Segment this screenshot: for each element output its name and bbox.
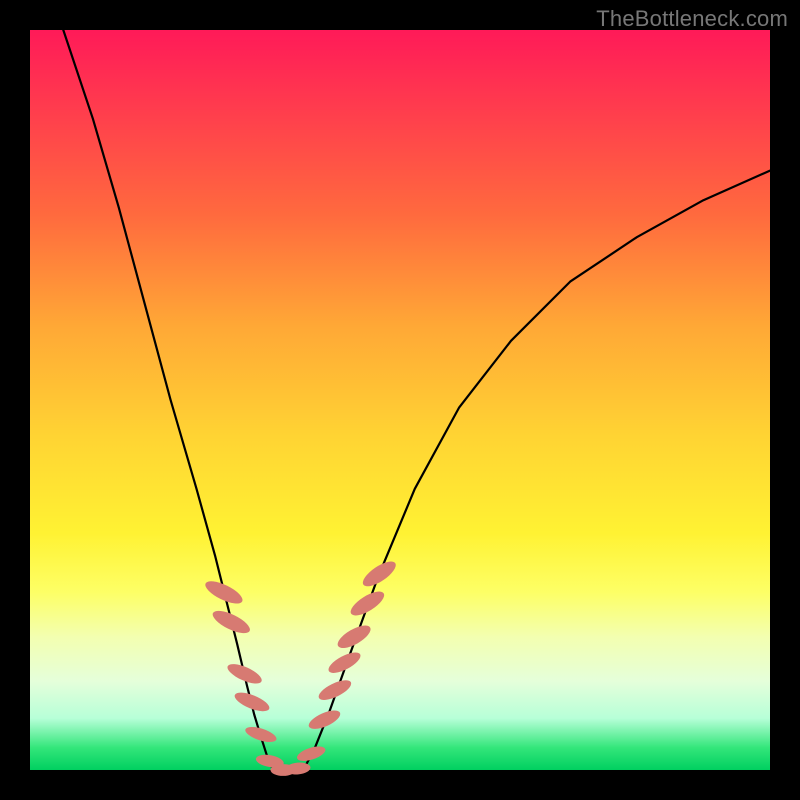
curve-path	[63, 30, 770, 770]
marker-oval	[347, 587, 387, 620]
marker-oval	[326, 648, 364, 677]
marker-oval	[210, 606, 253, 637]
marker-oval	[306, 707, 343, 733]
marker-oval	[334, 621, 373, 652]
marker-oval	[316, 676, 354, 704]
chart-overlay	[30, 30, 770, 770]
marker-oval	[359, 557, 399, 591]
marker-oval	[202, 577, 245, 608]
chart-container: TheBottleneck.com	[0, 0, 800, 800]
curve-markers	[202, 557, 399, 776]
marker-oval	[225, 660, 264, 687]
marker-oval	[232, 689, 271, 715]
bottleneck-curve	[63, 30, 770, 770]
watermark-text: TheBottleneck.com	[596, 6, 788, 32]
marker-oval	[295, 744, 327, 764]
marker-oval	[244, 724, 279, 745]
